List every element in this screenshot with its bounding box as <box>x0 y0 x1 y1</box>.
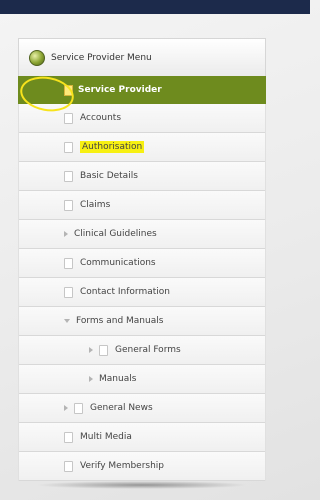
chevron-right-icon[interactable] <box>64 231 68 237</box>
menu-item-forms-and-manuals[interactable]: Forms and Manuals <box>19 307 265 336</box>
menu-item-clinical-guidelines[interactable]: Clinical Guidelines <box>19 220 265 249</box>
menu-item-authorisation[interactable]: Authorisation <box>19 133 265 162</box>
menu-item-label: Accounts <box>80 113 122 123</box>
menu-item-general-news[interactable]: General News <box>19 394 265 423</box>
menu-item-label: Clinical Guidelines <box>74 229 157 239</box>
page-icon <box>64 257 73 269</box>
page-icon <box>64 286 73 298</box>
menu-item-general-forms[interactable]: General Forms <box>19 336 265 365</box>
menu-item-label: Manuals <box>99 374 137 384</box>
menu-item-label: Multi Media <box>80 432 132 442</box>
menu-item-label: Service Provider <box>78 85 162 95</box>
menu-item-label: Claims <box>80 200 111 210</box>
menu-item-contact-information[interactable]: Contact Information <box>19 278 265 307</box>
menu-item-communications[interactable]: Communications <box>19 249 265 278</box>
menu-item-verify-membership[interactable]: Verify Membership <box>19 452 265 481</box>
menu-item-label: General Forms <box>115 345 181 355</box>
panel-shadow <box>36 481 248 489</box>
service-provider-menu: Service Provider Menu Service Provider A… <box>17 38 266 489</box>
menu-item-label: Authorisation <box>80 141 145 153</box>
chevron-right-icon[interactable] <box>89 347 93 353</box>
menu-item-label: Communications <box>80 258 156 268</box>
menu-title: Service Provider Menu <box>51 52 152 63</box>
page-icon <box>64 431 73 443</box>
page-icon <box>64 199 73 211</box>
chevron-right-icon[interactable] <box>64 405 68 411</box>
top-banner <box>0 0 310 14</box>
menu-item-label: Verify Membership <box>80 461 165 471</box>
menu-item-claims[interactable]: Claims <box>19 191 265 220</box>
page-icon <box>64 141 73 153</box>
menu-item-basic-details[interactable]: Basic Details <box>19 162 265 191</box>
menu-item-multi-media[interactable]: Multi Media <box>19 423 265 452</box>
menu-item-label: Basic Details <box>80 171 138 181</box>
menu-item-label: Contact Information <box>80 287 170 297</box>
menu-header[interactable]: Service Provider Menu <box>18 38 266 76</box>
menu-item-manuals[interactable]: Manuals <box>19 365 265 394</box>
menu-item-label: Forms and Manuals <box>76 316 164 326</box>
menu-item-service-provider[interactable]: Service Provider <box>17 72 266 116</box>
page-icon <box>64 170 73 182</box>
globe-icon <box>29 49 45 66</box>
page-icon <box>64 112 73 124</box>
page-icon <box>74 402 83 414</box>
menu-item-label: General News <box>90 403 153 413</box>
chevron-right-icon[interactable] <box>89 376 93 382</box>
chevron-down-icon[interactable] <box>64 319 70 323</box>
page-icon <box>64 460 73 472</box>
page-icon <box>99 344 108 356</box>
